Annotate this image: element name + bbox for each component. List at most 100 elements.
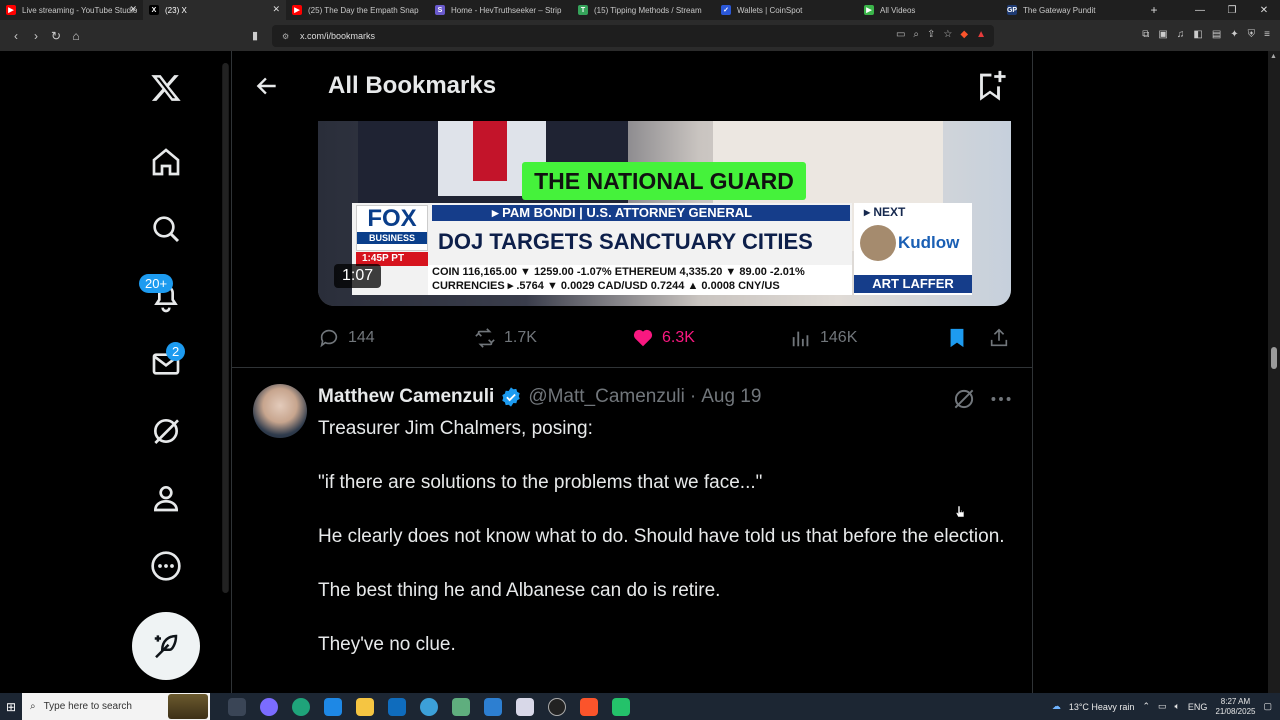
tab-close-icon[interactable]: ✕ — [129, 4, 137, 15]
cast-icon[interactable]: ▭ — [896, 29, 905, 40]
verified-badge-icon[interactable] — [500, 386, 522, 408]
like-button[interactable]: 6.3K — [632, 323, 695, 353]
video-next-panel: ▸ NEXT Kudlow ART LAFFER — [854, 203, 972, 295]
browser-tab[interactable]: ▶ Live streaming - YouTube Studio ✕ — [0, 0, 143, 20]
x-logo-icon[interactable] — [148, 70, 184, 106]
obs-icon[interactable] — [548, 697, 566, 716]
tweet-header: Matthew Camenzuli @Matt_Camenzuli · Aug … — [318, 386, 761, 408]
tab-close-icon[interactable]: ✕ — [272, 4, 280, 15]
browser-tab[interactable]: S Home - HevTruthseeker – Strip — [429, 0, 572, 20]
share-icon[interactable]: ⇪ — [927, 29, 935, 40]
browser-tab[interactable]: ✓ Wallets | CoinSpot — [715, 0, 858, 20]
bookmark-icon[interactable]: ☆ — [943, 29, 952, 40]
tweet-video-player[interactable]: THE NATIONAL GUARD FOX BUSINESS 1:45P PT … — [318, 121, 1011, 306]
task-view-icon[interactable] — [228, 697, 246, 716]
forward-nav-icon[interactable]: › — [26, 29, 46, 43]
language-indicator[interactable]: ENG — [1188, 702, 1208, 712]
network-icon[interactable]: ▭ — [1158, 701, 1167, 712]
avatar[interactable] — [253, 384, 307, 438]
brave-rewards-icon[interactable]: ▲ — [976, 29, 986, 40]
bookmarks-timeline: All Bookmarks THE NATIONAL GUARD FOX BUSI… — [231, 51, 1033, 693]
reply-bubble-icon — [320, 329, 338, 348]
wallet-icon[interactable]: ▤ — [1212, 29, 1221, 40]
explorer-icon[interactable] — [356, 697, 374, 716]
store-icon[interactable] — [324, 697, 342, 716]
scroll-up-icon[interactable]: ▲ — [1270, 53, 1277, 60]
greenapp-icon[interactable] — [612, 697, 630, 716]
sidebar-scrollbar[interactable] — [222, 63, 229, 593]
media-icon[interactable]: ♫ — [1177, 29, 1185, 40]
screenshot-icon[interactable]: ▣ — [1158, 29, 1167, 40]
tweet-paragraph: He clearly does not know what to do. Sho… — [318, 526, 1005, 547]
scrollbar-thumb[interactable] — [1271, 347, 1277, 369]
compose-post-button[interactable] — [132, 612, 200, 680]
more-options-circle-icon[interactable] — [148, 548, 184, 584]
browser-tab[interactable]: T (15) Tipping Methods / Stream — [572, 0, 715, 20]
repost-button[interactable]: 1.7K — [474, 323, 537, 353]
volume-icon[interactable]: 🔈︎ — [1175, 701, 1180, 712]
reload-icon[interactable]: ↻ — [46, 29, 66, 43]
minimize-button[interactable]: — — [1184, 5, 1216, 16]
edge-icon[interactable] — [292, 697, 310, 716]
views-button[interactable]: 146K — [790, 323, 857, 353]
leo-icon[interactable]: ✦ — [1230, 29, 1238, 40]
back-arrow-icon[interactable] — [254, 73, 280, 99]
tweet-date[interactable]: Aug 19 — [701, 386, 761, 408]
browser-tab[interactable]: ▶ All Videos — [858, 0, 1001, 20]
browser-tab[interactable]: X (23) X ✕ — [143, 0, 286, 20]
explore-search-icon[interactable] — [148, 211, 184, 247]
more-horizontal-icon[interactable] — [988, 386, 1014, 412]
menu-icon[interactable]: ≡ — [1264, 29, 1270, 40]
home-nav-icon[interactable] — [148, 144, 184, 180]
tab-favicon-icon: GP — [1006, 5, 1018, 15]
share-button[interactable] — [988, 323, 1010, 353]
tab-title: Wallets | CoinSpot — [737, 5, 803, 15]
profile-person-icon[interactable] — [148, 480, 184, 516]
video-ticker: COIN 116,165.00 ▼ 1259.00 -1.07% ETHEREU… — [428, 265, 852, 295]
tab-title: Live streaming - YouTube Studio — [22, 5, 138, 15]
extensions-icon[interactable]: ⧉ — [1142, 29, 1149, 40]
url-text: x.com/i/bookmarks — [300, 31, 376, 41]
vscode-icon[interactable] — [484, 697, 502, 716]
weather-icon[interactable]: ☁ — [1052, 701, 1061, 712]
author-name[interactable]: Matthew Camenzuli — [318, 386, 494, 408]
windows-start-icon[interactable]: ⊞ — [0, 693, 22, 720]
weather-text[interactable]: 13°C Heavy rain — [1069, 702, 1135, 712]
zoom-icon[interactable]: ⌕ — [913, 29, 919, 40]
vpn-icon[interactable]: ⛨ — [1248, 29, 1256, 40]
share-upload-icon — [990, 328, 1008, 347]
close-window-button[interactable]: ✕ — [1248, 5, 1280, 16]
notification-center-icon[interactable]: ▢ — [1263, 701, 1272, 712]
views-chart-icon — [792, 331, 809, 347]
browser-tab[interactable]: ▶ (25) The Day the Empath Snap — [286, 0, 429, 20]
grok-icon[interactable] — [148, 413, 184, 449]
search-icon: ⌕ — [30, 701, 36, 712]
site-info-icon[interactable]: ⚙ — [282, 32, 292, 41]
back-nav-icon[interactable]: ‹ — [6, 29, 26, 43]
brave-shield-icon[interactable]: ◆ — [960, 29, 968, 40]
new-bookmark-folder-icon[interactable] — [973, 68, 1007, 102]
notepad-icon[interactable] — [452, 697, 470, 716]
taskbar-search[interactable]: ⌕ Type here to search — [22, 693, 210, 720]
new-tab-button[interactable]: + — [1144, 3, 1164, 17]
browser-tab[interactable]: GP The Gateway Pundit — [1001, 0, 1144, 20]
tab-favicon-icon: ▶ — [292, 5, 302, 15]
outlook-icon[interactable] — [388, 697, 406, 716]
address-bar[interactable]: ⚙ x.com/i/bookmarks ▭ ⌕ ⇪ ☆ ◆ ▲ — [272, 25, 994, 47]
bookmark-button[interactable] — [946, 323, 968, 353]
app-icon[interactable] — [420, 697, 438, 716]
restore-button[interactable]: ❐ — [1216, 5, 1248, 16]
reply-button[interactable]: 144 — [318, 323, 375, 353]
sidebar-toggle-icon[interactable]: ◧ — [1193, 29, 1202, 40]
home-icon[interactable]: ⌂ — [66, 29, 86, 43]
page-scrollbar[interactable]: ▲ — [1268, 51, 1280, 693]
clock[interactable]: 8:27 AM 21/08/2025 — [1215, 697, 1255, 717]
brave-icon[interactable] — [580, 697, 598, 716]
bookmark-page-icon[interactable]: ▮ — [252, 29, 258, 42]
word-icon[interactable] — [516, 697, 534, 716]
author-handle[interactable]: @Matt_Camenzuli — [528, 386, 685, 408]
tab-title: All Videos — [880, 5, 916, 15]
grok-explain-icon[interactable] — [951, 386, 977, 412]
tray-chevron-icon[interactable]: ⌃ — [1142, 701, 1150, 712]
copilot-icon[interactable] — [260, 697, 278, 716]
